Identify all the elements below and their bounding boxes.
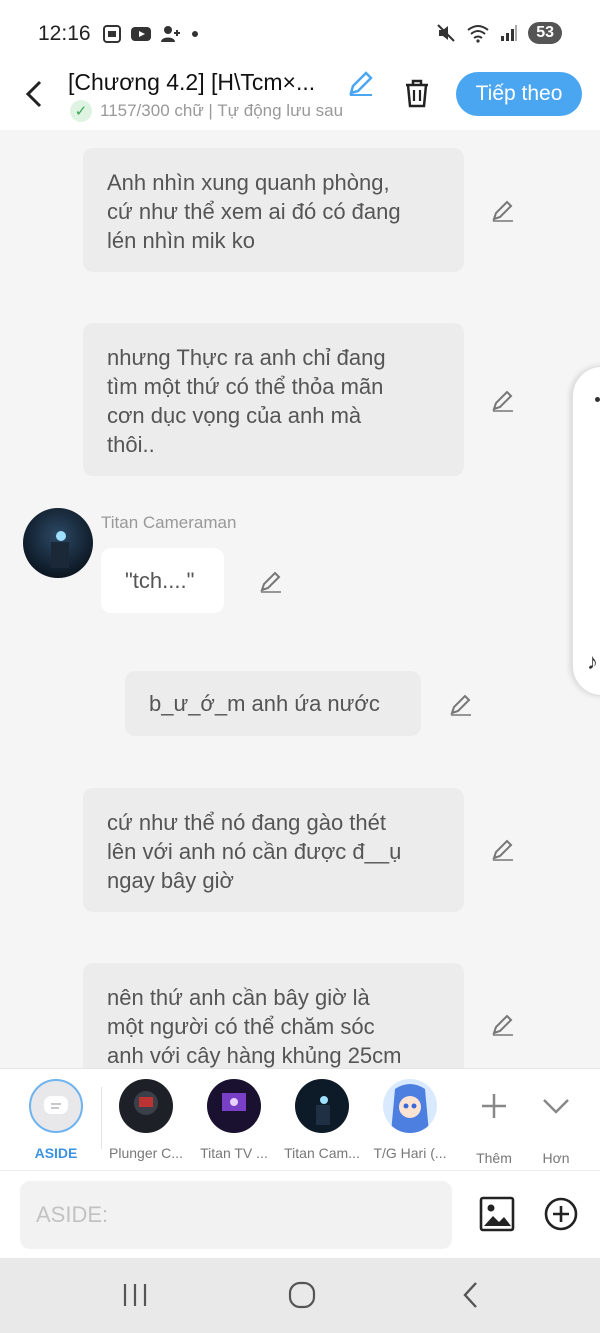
- back-icon[interactable]: [458, 1280, 484, 1310]
- edit-message-icon[interactable]: [490, 1011, 516, 1037]
- add-circle-icon[interactable]: [542, 1195, 580, 1233]
- subtitle: 1157/300 chữ | Tự động lưu sau: [100, 101, 344, 120]
- add-contact-icon: [161, 26, 180, 42]
- battery-indicator: 53: [528, 22, 562, 44]
- edit-message-icon[interactable]: [258, 568, 284, 594]
- check-icon: ✓: [70, 100, 92, 122]
- dot-icon: [595, 397, 600, 402]
- plus-icon: [482, 1094, 506, 1118]
- floating-side-panel[interactable]: ♪: [572, 366, 600, 696]
- back-arrow-icon[interactable]: [20, 76, 50, 112]
- message-bubble[interactable]: nên thứ anh cần bây giờ là một người có …: [83, 963, 464, 1068]
- chat-bubble-icon: [44, 1096, 68, 1114]
- avatar: [383, 1079, 437, 1133]
- avatar: [207, 1079, 261, 1133]
- divider: [101, 1087, 102, 1149]
- chevron-down-icon: [543, 1099, 569, 1114]
- next-button[interactable]: Tiếp theo: [456, 72, 582, 116]
- screenshot-icon: [103, 25, 121, 43]
- character-item-aside[interactable]: ASIDE: [14, 1079, 98, 1161]
- message-bubble[interactable]: b_ư_ớ_m anh ứa nước: [125, 671, 421, 736]
- system-nav-bar: [0, 1258, 600, 1333]
- status-time: 12:16: [38, 22, 91, 45]
- save-status: ✓ 1157/300 chữ | Tự động lưu sau: [70, 100, 375, 122]
- character-bar: ASIDE Plunger C... Titan TV ... Titan Ca…: [0, 1068, 600, 1170]
- message-bubble[interactable]: cứ như thể nó đang gào thét lên với anh …: [83, 788, 464, 912]
- edit-message-icon[interactable]: [448, 691, 474, 717]
- status-bar: 12:16 53: [0, 0, 600, 68]
- edit-message-icon[interactable]: [490, 197, 516, 223]
- youtube-icon: [131, 27, 151, 41]
- character-item[interactable]: Plunger C...: [104, 1079, 188, 1161]
- message-input[interactable]: [20, 1181, 452, 1249]
- signal-icon: [501, 25, 518, 41]
- character-item[interactable]: Titan Cam...: [280, 1079, 364, 1161]
- aside-avatar: [29, 1079, 83, 1133]
- avatar: [119, 1079, 173, 1133]
- character-avatar[interactable]: [23, 508, 93, 578]
- message-bubble[interactable]: Anh nhìn xung quanh phòng, cứ như thể xe…: [83, 148, 464, 272]
- recent-apps-icon[interactable]: [120, 1282, 150, 1308]
- collapse-button[interactable]: Hơn: [514, 1079, 598, 1166]
- wifi-icon: [467, 25, 489, 43]
- edit-message-icon[interactable]: [490, 836, 516, 862]
- home-icon[interactable]: [287, 1280, 317, 1310]
- chat-content[interactable]: Anh nhìn xung quanh phòng, cứ như thể xe…: [0, 130, 600, 1068]
- avatar: [295, 1079, 349, 1133]
- speaker-name: Titan Cameraman: [101, 513, 237, 532]
- music-note-icon[interactable]: ♪: [587, 649, 598, 675]
- image-icon[interactable]: [478, 1195, 516, 1233]
- character-item[interactable]: T/G Hari (...: [368, 1079, 452, 1161]
- edit-message-icon[interactable]: [490, 387, 516, 413]
- page-title: [Chương 4.2] [H\Tcm×...: [68, 69, 316, 95]
- edit-title-icon[interactable]: [346, 68, 376, 98]
- character-item[interactable]: Titan TV ...: [192, 1079, 276, 1161]
- trash-icon[interactable]: [400, 76, 434, 110]
- mute-icon: [437, 24, 455, 42]
- message-bubble[interactable]: nhưng Thực ra anh chỉ đang tìm một thứ c…: [83, 323, 464, 476]
- header: [Chương 4.2] [H\Tcm×... ✓ 1157/300 chữ |…: [0, 60, 600, 130]
- input-bar: [0, 1170, 600, 1258]
- message-bubble[interactable]: "tch....": [101, 548, 224, 613]
- dot-icon: [192, 31, 198, 37]
